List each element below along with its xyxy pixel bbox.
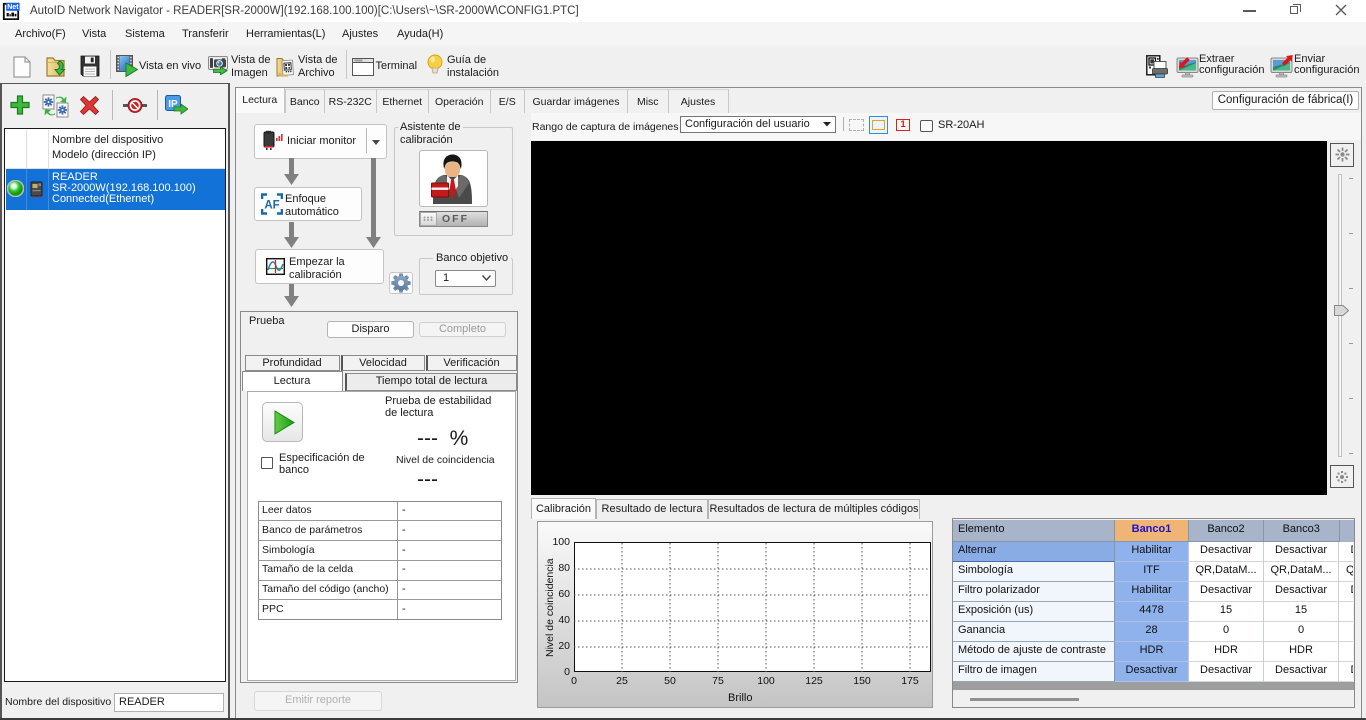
svg-text:Net: Net	[7, 4, 19, 11]
svg-text:AF: AF	[264, 199, 279, 211]
